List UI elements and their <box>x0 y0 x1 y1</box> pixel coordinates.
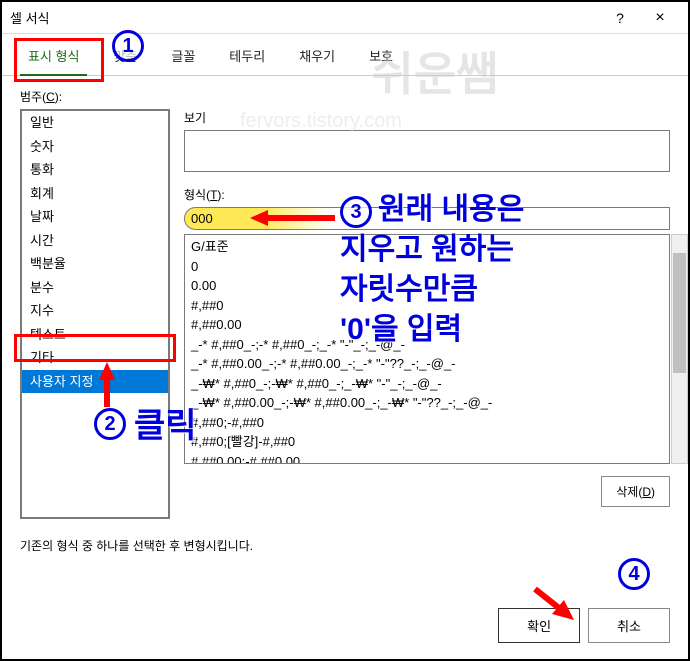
fmt-item[interactable]: 0 <box>191 257 663 277</box>
fmt-item[interactable]: _-* #,##0.00_-;-* #,##0.00_-;_-* "-"??_-… <box>191 354 663 374</box>
fmt-item[interactable]: #,##0.00;-#,##0.00 <box>191 452 663 465</box>
tab-fill[interactable]: 채우기 <box>291 38 343 75</box>
cat-special[interactable]: 기타 <box>22 346 168 370</box>
cancel-button[interactable]: 취소 <box>588 608 670 643</box>
scrollbar-thumb[interactable] <box>673 253 686 373</box>
fmt-item[interactable]: _-₩* #,##0_-;-₩* #,##0_-;_-₩* "-"_-;_-@_… <box>191 374 663 394</box>
fmt-item[interactable]: #,##0;[빨강]-#,##0 <box>191 432 663 452</box>
cat-general[interactable]: 일반 <box>22 111 168 135</box>
dialog-title: 셀 서식 <box>10 8 600 27</box>
fmt-item[interactable]: #,##0.00 <box>191 315 663 335</box>
scrollbar[interactable] <box>671 234 688 464</box>
cat-currency[interactable]: 통화 <box>22 158 168 182</box>
hint-text: 기존의 형식 중 하나를 선택한 후 변형시킵니다. <box>20 537 670 554</box>
tab-font[interactable]: 글꼴 <box>163 38 203 75</box>
cat-number[interactable]: 숫자 <box>22 135 168 159</box>
format-label: 형식(T): <box>184 186 670 203</box>
preview-label: 보기 <box>184 109 670 126</box>
delete-button[interactable]: 삭제(D) <box>601 476 670 507</box>
cat-scientific[interactable]: 지수 <box>22 299 168 323</box>
fmt-item[interactable]: 0.00 <box>191 276 663 296</box>
close-button[interactable]: × <box>640 4 680 32</box>
tab-alignment[interactable]: 맞춤 <box>105 38 145 75</box>
category-label: 범주(C): <box>20 88 670 105</box>
tab-border[interactable]: 테두리 <box>221 38 273 75</box>
preview-box <box>184 130 670 172</box>
cat-date[interactable]: 날짜 <box>22 205 168 229</box>
tab-number-format[interactable]: 표시 형식 <box>20 38 87 75</box>
fmt-item[interactable]: G/표준 <box>191 237 663 257</box>
cat-percentage[interactable]: 백분율 <box>22 252 168 276</box>
tab-bar: 표시 형식 맞춤 글꼴 테두리 채우기 보호 <box>2 34 688 76</box>
cat-time[interactable]: 시간 <box>22 229 168 253</box>
ok-button[interactable]: 확인 <box>498 608 580 643</box>
right-column: 보기 형식(T): G/표준 0 0.00 #,##0 #,##0.00 _-*… <box>184 109 670 519</box>
fmt-item[interactable]: _-* #,##0_-;-* #,##0_-;_-* "-"_-;_-@_- <box>191 335 663 355</box>
format-input[interactable] <box>184 207 670 230</box>
fmt-item[interactable]: _-₩* #,##0.00_-;-₩* #,##0.00_-;_-₩* "-"?… <box>191 393 663 413</box>
category-listbox[interactable]: 일반 숫자 통화 회계 날짜 시간 백분율 분수 지수 텍스트 기타 사용자 지… <box>20 109 170 519</box>
cat-custom[interactable]: 사용자 지정 <box>22 370 168 394</box>
titlebar: 셀 서식 ? × <box>2 2 688 34</box>
content-area: 범주(C): 일반 숫자 통화 회계 날짜 시간 백분율 분수 지수 텍스트 기… <box>2 76 688 596</box>
cat-text[interactable]: 텍스트 <box>22 323 168 347</box>
cell-format-dialog: 셀 서식 ? × 표시 형식 맞춤 글꼴 테두리 채우기 보호 범주(C): 일… <box>0 0 690 661</box>
format-listbox[interactable]: G/표준 0 0.00 #,##0 #,##0.00 _-* #,##0_-;-… <box>184 234 670 464</box>
cat-accounting[interactable]: 회계 <box>22 182 168 206</box>
fmt-item[interactable]: #,##0 <box>191 296 663 316</box>
tab-protection[interactable]: 보호 <box>361 38 401 75</box>
help-button[interactable]: ? <box>600 4 640 32</box>
fmt-item[interactable]: #,##0;-#,##0 <box>191 413 663 433</box>
cat-fraction[interactable]: 분수 <box>22 276 168 300</box>
dialog-buttons: 확인 취소 <box>2 596 688 659</box>
